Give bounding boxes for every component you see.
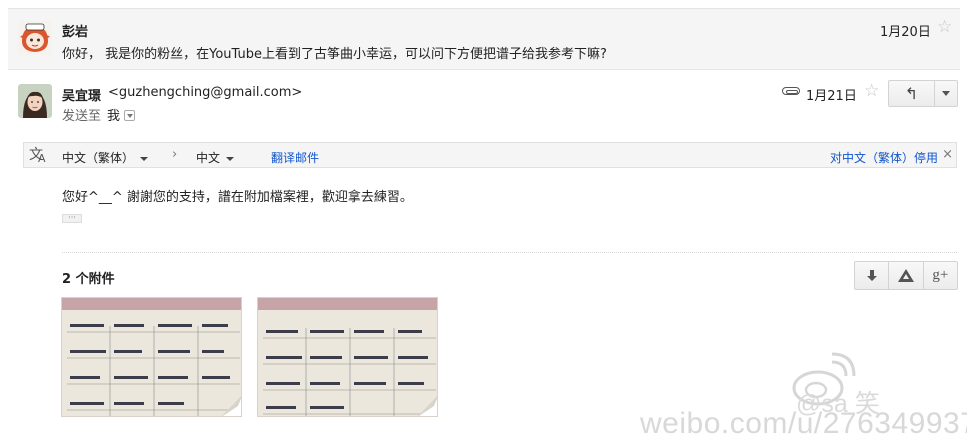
weibo-watermark: @sa 笑 weibo.com/u/2763499375 [620, 350, 967, 443]
show-trimmed-content-button[interactable]: ··· [62, 214, 82, 223]
to-label: 发送至 [62, 109, 102, 124]
sender-avatar-photo [18, 84, 52, 118]
download-icon [866, 270, 877, 281]
watermark-url: weibo.com/u/2763499375 [640, 407, 967, 440]
source-language-label: 中文（繁体） [62, 151, 135, 165]
message-snippet: 你好， 我是你的粉丝，在YouTube上看到了古筝曲小幸运，可以问下方便把谱子给… [62, 47, 607, 62]
reply-button-group: ↰ [888, 80, 958, 107]
sender-name: 彭岩 [62, 25, 89, 40]
collapsed-message[interactable]: 彭岩 你好， 我是你的粉丝，在YouTube上看到了古筝曲小幸运，可以问下方便把… [8, 8, 960, 70]
arrow-right-icon: › [172, 147, 178, 162]
download-all-button[interactable] [855, 262, 890, 289]
message-body: 您好^__^ 謝謝您的支持，譜在附加檔案裡，歡迎拿去練習。 [62, 190, 413, 205]
sender-email: <guzhengching@gmail.com> [108, 85, 303, 100]
message-date: 1月20日 [880, 25, 931, 40]
attachments-title: 2 个附件 [62, 272, 115, 287]
chevron-down-icon [226, 156, 235, 161]
share-google-plus-button[interactable]: g+ [924, 262, 957, 289]
recipient-line: 发送至我 [62, 105, 136, 124]
turn-off-translation-link[interactable]: 对中文（繁体）停用 [830, 149, 938, 166]
sender-name: 吴宜璟 [62, 89, 102, 104]
attachment-thumbnail[interactable] [257, 297, 438, 417]
reply-icon[interactable]: ↰ [889, 81, 935, 106]
save-to-drive-button[interactable] [889, 262, 924, 289]
target-language-label: 中文 [196, 151, 221, 165]
message-date: 1月21日 [806, 89, 857, 104]
chevron-down-icon [942, 91, 950, 96]
to-value: 我 [107, 109, 121, 124]
chevron-down-icon [140, 156, 149, 161]
drive-icon [897, 269, 914, 282]
translate-icon: 文A [29, 147, 46, 165]
paperclip-icon [782, 87, 800, 95]
source-language-select[interactable]: 中文（繁体） [62, 149, 149, 166]
close-icon[interactable]: × [942, 147, 953, 162]
divider [62, 252, 957, 253]
attachment-thumbnail[interactable] [61, 297, 242, 417]
translate-message-link[interactable]: 翻译邮件 [271, 149, 319, 166]
google-plus-icon: g+ [932, 267, 949, 283]
translate-bar: 文A 中文（繁体） › 中文 翻译邮件 对中文（繁体）停用 × [23, 142, 957, 168]
attachment-actions: g+ [854, 261, 958, 290]
recipient-details-dropdown-icon[interactable] [124, 110, 136, 121]
more-actions-button[interactable] [935, 81, 957, 106]
star-icon[interactable]: ☆ [864, 83, 879, 100]
target-language-select[interactable]: 中文 [196, 149, 235, 166]
sender-avatar-cartoon [18, 21, 52, 55]
star-icon[interactable]: ☆ [937, 19, 952, 36]
